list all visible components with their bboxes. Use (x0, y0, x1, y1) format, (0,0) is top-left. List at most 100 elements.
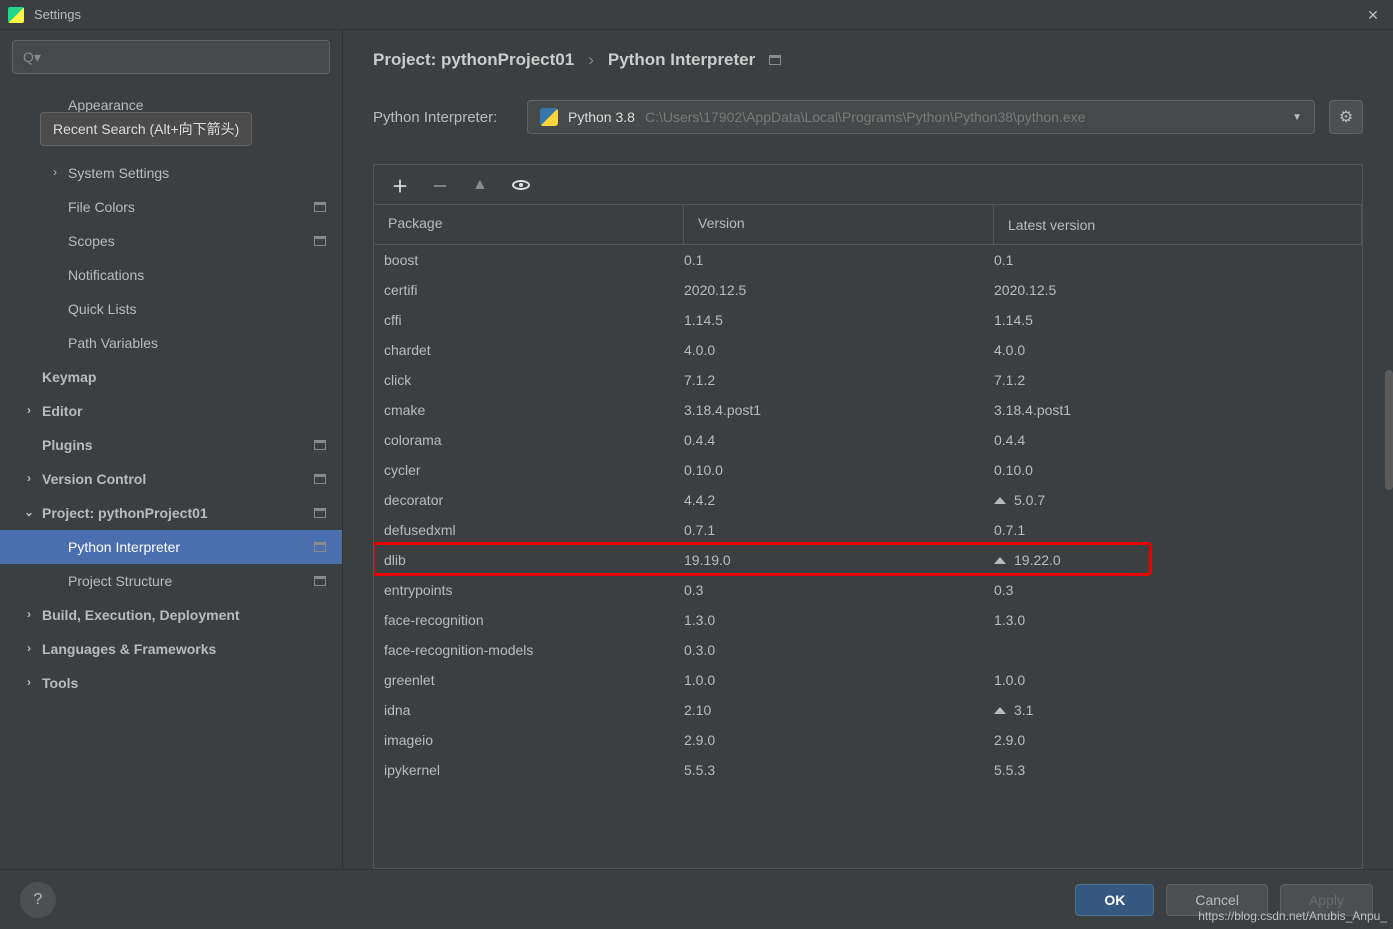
pkg-name: face-recognition (374, 612, 684, 628)
pkg-version: 0.1 (684, 252, 994, 268)
pkg-latest: 4.0.0 (994, 342, 1362, 358)
sidebar-item-label: Project Structure (68, 573, 172, 589)
pkg-latest: 0.10.0 (994, 462, 1362, 478)
col-header-version[interactable]: Version (684, 205, 994, 244)
table-row[interactable]: cycler0.10.00.10.0 (374, 455, 1362, 485)
search-icon: Q▾ (23, 49, 41, 66)
pkg-latest: 0.7.1 (994, 522, 1362, 538)
window-icon (314, 202, 326, 212)
show-early-releases-button[interactable] (512, 180, 530, 190)
table-row[interactable]: decorator4.4.25.0.7 (374, 485, 1362, 515)
sidebar-item[interactable]: ⌄Project: pythonProject01 (0, 496, 342, 530)
col-header-latest[interactable]: Latest version (994, 205, 1362, 244)
sidebar-item[interactable]: Quick Lists (0, 292, 342, 326)
sidebar-item-label: Tools (42, 675, 78, 691)
upgrade-package-button[interactable]: ▲ (472, 176, 488, 194)
interpreter-path: C:\Users\17902\AppData\Local\Programs\Py… (645, 109, 1282, 125)
table-row[interactable]: imageio2.9.02.9.0 (374, 725, 1362, 755)
sidebar-item[interactable]: Path Variables (0, 326, 342, 360)
table-row[interactable]: face-recognition1.3.01.3.0 (374, 605, 1362, 635)
pkg-version: 0.10.0 (684, 462, 994, 478)
sidebar-item[interactable]: ›Version Control (0, 462, 342, 496)
sidebar-item[interactable]: ›Editor (0, 394, 342, 428)
apply-button[interactable]: Apply (1280, 884, 1373, 916)
table-row[interactable]: idna2.103.1 (374, 695, 1362, 725)
pkg-name: idna (374, 702, 684, 718)
table-row[interactable]: boost0.10.1 (374, 245, 1362, 275)
sidebar-item[interactable]: Scopes (0, 224, 342, 258)
pkg-version: 0.7.1 (684, 522, 994, 538)
interpreter-dropdown[interactable]: Python 3.8 C:\Users\17902\AppData\Local\… (527, 100, 1315, 134)
pkg-version: 2020.12.5 (684, 282, 994, 298)
settings-tree: AppearanceMenus and Toolbars›System Sett… (0, 88, 342, 869)
breadcrumb-page: Python Interpreter (608, 50, 755, 70)
pkg-latest: 2.9.0 (994, 732, 1362, 748)
table-row[interactable]: certifi2020.12.52020.12.5 (374, 275, 1362, 305)
upgrade-arrow-icon (994, 557, 1006, 564)
sidebar-item-label: Version Control (42, 471, 146, 487)
ok-button[interactable]: OK (1075, 884, 1154, 916)
pkg-latest: 19.22.0 (994, 552, 1362, 568)
pkg-version: 1.14.5 (684, 312, 994, 328)
table-row[interactable]: face-recognition-models0.3.0 (374, 635, 1362, 665)
table-row[interactable]: greenlet1.0.01.0.0 (374, 665, 1362, 695)
sidebar-item[interactable]: ›Languages & Frameworks (0, 632, 342, 666)
sidebar-item[interactable]: Keymap (0, 360, 342, 394)
cancel-button[interactable]: Cancel (1166, 884, 1268, 916)
tooltip-text: Recent Search (Alt+向下箭头) (53, 121, 239, 137)
sidebar-item[interactable]: Plugins (0, 428, 342, 462)
table-row[interactable]: click7.1.27.1.2 (374, 365, 1362, 395)
window-icon (314, 542, 326, 552)
eye-icon (512, 180, 530, 190)
sidebar-item[interactable]: Notifications (0, 258, 342, 292)
pkg-latest: 1.3.0 (994, 612, 1362, 628)
pkg-name: cffi (374, 312, 684, 328)
sidebar-item[interactable]: › Tools (0, 666, 342, 700)
add-package-button[interactable]: ＋ (392, 173, 408, 197)
pkg-name: entrypoints (374, 582, 684, 598)
sidebar-item-label: Plugins (42, 437, 93, 453)
chevron-icon: › (22, 675, 36, 689)
table-row[interactable]: colorama0.4.40.4.4 (374, 425, 1362, 455)
sidebar-item[interactable]: File Colors (0, 190, 342, 224)
package-table-body[interactable]: boost0.10.1certifi2020.12.52020.12.5cffi… (374, 245, 1362, 868)
help-button[interactable]: ? (20, 882, 56, 918)
window-title: Settings (34, 7, 81, 22)
tooltip: Recent Search (Alt+向下箭头) (40, 112, 252, 146)
pkg-name: ipykernel (374, 762, 684, 778)
scrollbar[interactable] (1385, 370, 1393, 490)
col-header-package[interactable]: Package (374, 205, 684, 244)
pkg-name: boost (374, 252, 684, 268)
table-row[interactable]: dlib19.19.019.22.0 (374, 545, 1362, 575)
table-row[interactable]: entrypoints0.30.3 (374, 575, 1362, 605)
sidebar-item[interactable]: Project Structure (0, 564, 342, 598)
pkg-version: 0.4.4 (684, 432, 994, 448)
sidebar-item-label: Path Variables (68, 335, 158, 351)
table-row[interactable]: ipykernel5.5.35.5.3 (374, 755, 1362, 785)
close-icon[interactable]: ✕ (1363, 5, 1383, 25)
pkg-latest: 5.0.7 (994, 492, 1362, 508)
python-icon (540, 108, 558, 126)
app-icon (8, 7, 24, 23)
pkg-name: greenlet (374, 672, 684, 688)
table-row[interactable]: defusedxml0.7.10.7.1 (374, 515, 1362, 545)
pkg-version: 5.5.3 (684, 762, 994, 778)
pkg-name: chardet (374, 342, 684, 358)
pkg-name: click (374, 372, 684, 388)
package-area: ＋ － ▲ Package Version Latest version boo… (373, 164, 1363, 869)
sidebar-item[interactable]: ›Build, Execution, Deployment (0, 598, 342, 632)
pkg-version: 4.0.0 (684, 342, 994, 358)
sidebar-item[interactable]: Python Interpreter (0, 530, 342, 564)
pkg-latest: 3.18.4.post1 (994, 402, 1362, 418)
search-input[interactable]: Q▾ (12, 40, 330, 74)
table-row[interactable]: cffi1.14.51.14.5 (374, 305, 1362, 335)
remove-package-button[interactable]: － (432, 173, 448, 197)
sidebar-item[interactable]: ›System Settings (0, 156, 342, 190)
table-row[interactable]: cmake3.18.4.post13.18.4.post1 (374, 395, 1362, 425)
pkg-latest: 1.0.0 (994, 672, 1362, 688)
gear-button[interactable]: ⚙ (1329, 100, 1363, 134)
pkg-version: 2.9.0 (684, 732, 994, 748)
table-row[interactable]: chardet4.0.04.0.0 (374, 335, 1362, 365)
sidebar-item-label: File Colors (68, 199, 135, 215)
pkg-version: 19.19.0 (684, 552, 994, 568)
